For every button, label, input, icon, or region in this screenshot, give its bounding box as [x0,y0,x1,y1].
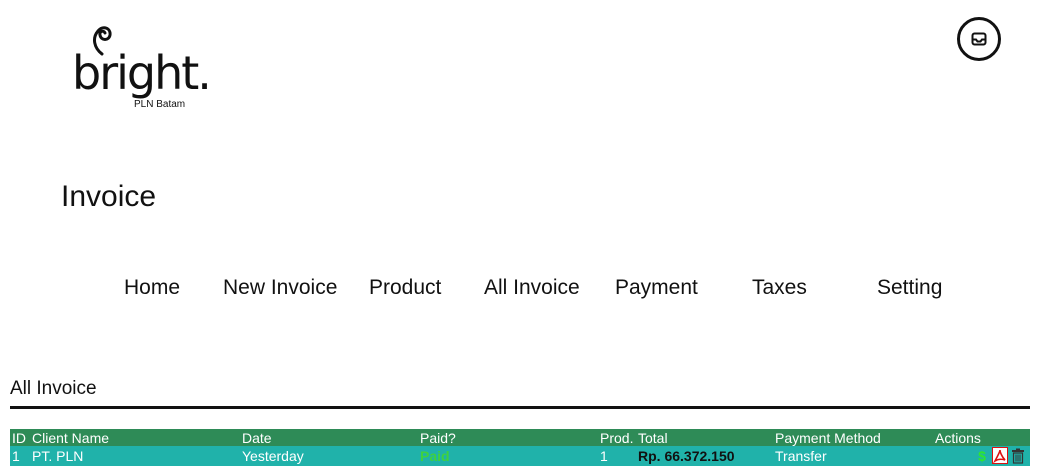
nav-home[interactable]: Home [124,276,180,300]
row-actions: $ [974,447,1026,464]
trash-icon[interactable] [1010,447,1026,464]
col-header-total[interactable]: Total [638,430,668,446]
nav-new-invoice[interactable]: New Invoice [223,276,337,300]
col-header-date[interactable]: Date [242,430,272,446]
nav-payment[interactable]: Payment [615,276,698,300]
col-header-client-name[interactable]: Client Name [32,430,109,446]
table-header-row: ID Client Name Date Paid? Prod. Total Pa… [10,429,1030,446]
page-title: Invoice [61,180,157,213]
invoice-table: ID Client Name Date Paid? Prod. Total Pa… [10,429,1030,466]
col-header-prod[interactable]: Prod. [600,430,633,446]
col-header-paid[interactable]: Paid? [420,430,456,446]
dollar-icon[interactable]: $ [974,447,990,464]
cell-client-name: PT. PLN [32,448,84,464]
brand-subtitle: PLN Batam [134,99,186,110]
nav-product[interactable]: Product [369,276,441,300]
col-header-payment-method[interactable]: Payment Method [775,430,881,446]
main-nav: Home New Invoice Product All Invoice Pay… [0,276,1042,306]
table-row[interactable]: 1 PT. PLN Yesterday Paid 1 Rp. 66.372.15… [10,446,1030,466]
inbox-button[interactable] [957,17,1001,61]
cell-id: 1 [12,448,20,464]
brand-wordmark: bright. [72,46,212,100]
nav-taxes[interactable]: Taxes [752,276,807,300]
section-divider [10,406,1030,409]
cell-date: Yesterday [242,448,304,464]
nav-all-invoice[interactable]: All Invoice [484,276,580,300]
cell-payment-method: Transfer [775,448,827,464]
cell-total: Rp. 66.372.150 [638,448,735,464]
brand-logo[interactable]: bright. PLN Batam [72,20,232,120]
col-header-actions: Actions [935,430,981,446]
cell-prod: 1 [600,448,608,464]
page: bright. PLN Batam Invoice Home New Invoi… [0,0,1042,473]
pdf-icon[interactable] [992,447,1008,464]
col-header-id[interactable]: ID [12,430,26,446]
nav-setting[interactable]: Setting [877,276,942,300]
inbox-icon [971,32,987,46]
cell-paid-status: Paid [420,448,450,464]
section-title: All Invoice [10,378,97,399]
